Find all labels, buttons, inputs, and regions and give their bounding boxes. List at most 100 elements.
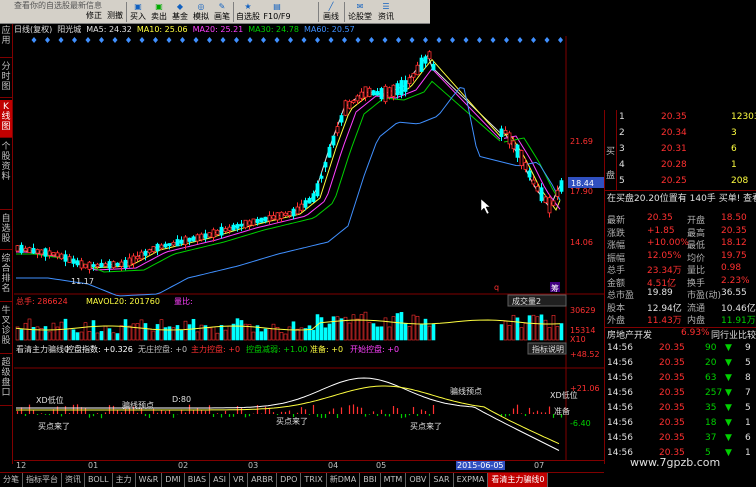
candle bbox=[39, 249, 44, 255]
volume-bar bbox=[103, 326, 108, 341]
draw-line-button-label: 画线 bbox=[323, 12, 339, 21]
fund-button[interactable]: ◆ 基金 bbox=[170, 2, 190, 22]
candle bbox=[319, 175, 324, 179]
pen-button-label: 画笔 bbox=[214, 12, 230, 21]
btab-dmi[interactable]: DMI bbox=[162, 473, 185, 487]
indicator-help-label: 指标说明 bbox=[532, 344, 564, 354]
candle bbox=[299, 203, 304, 211]
order-alert-link[interactable]: 买单! 查看详情 bbox=[719, 194, 756, 204]
volume-bar bbox=[155, 324, 160, 341]
volume-bar bbox=[123, 319, 128, 341]
btab-sar[interactable]: SAR bbox=[430, 473, 454, 487]
volume-bar bbox=[183, 320, 188, 341]
btab-dpo[interactable]: DPO bbox=[277, 473, 302, 487]
date-label: 12 bbox=[16, 461, 27, 470]
stats-row: 外盘 11.43万 内盘 11.91万 bbox=[607, 313, 756, 326]
candle bbox=[183, 236, 188, 246]
candle bbox=[207, 232, 212, 238]
indicator-name[interactable]: 看清主力骗线0 bbox=[16, 344, 69, 354]
test-button[interactable]: 测撤 bbox=[104, 11, 126, 23]
btab-expma[interactable]: EXPMA bbox=[454, 473, 489, 487]
btab-platform[interactable]: 指标平台 bbox=[23, 473, 62, 487]
candle bbox=[371, 90, 376, 96]
signal-diamond-icon bbox=[463, 37, 469, 43]
signal-diamond-icon bbox=[517, 37, 523, 43]
btab-trix[interactable]: TRIX bbox=[301, 473, 327, 487]
sector-row[interactable]: 房地产开发 6.93% 同行业比较 bbox=[605, 327, 756, 341]
tick-count: 6 bbox=[745, 433, 751, 443]
orderbook-row[interactable]: 5 20.25 208 bbox=[619, 176, 748, 187]
stats-row: 最新 20.35 开盘 18.50 bbox=[607, 213, 747, 226]
candle bbox=[383, 85, 388, 103]
orderbook-row[interactable]: 1 20.35 12303 bbox=[619, 112, 756, 123]
btab-vr[interactable]: VR bbox=[230, 473, 249, 487]
btab-mtm[interactable]: MTM bbox=[381, 473, 407, 487]
btab-new-dma[interactable]: 新DMA bbox=[327, 473, 361, 487]
signal-diamond-icon bbox=[544, 37, 550, 43]
orderbook-row[interactable]: 3 20.31 6 bbox=[619, 144, 737, 155]
volume-bars bbox=[15, 311, 564, 341]
tick-row: 14:56 20.35 18 ▼ 1 bbox=[607, 418, 751, 429]
candle bbox=[275, 212, 280, 221]
order-alert[interactable]: 在买盘20.20位置有 140手 买单! 查看详情 bbox=[605, 190, 756, 204]
f10-button[interactable]: ▤ F10/F9 bbox=[262, 2, 292, 22]
candle bbox=[543, 196, 548, 203]
sidetab-watchlist[interactable]: 自选股 bbox=[0, 212, 12, 250]
buy-button[interactable]: ▣ 买入 bbox=[128, 2, 148, 22]
watchlist-button[interactable]: ★ 自选股 bbox=[235, 2, 261, 22]
candle bbox=[379, 88, 384, 100]
btab-bbi[interactable]: BBI bbox=[360, 473, 381, 487]
candle bbox=[403, 80, 408, 92]
btab-indicator-active[interactable]: 看清主力骗线0 bbox=[488, 473, 549, 487]
sidetab-kline[interactable]: K线图 bbox=[0, 100, 12, 138]
tick-volume: 18 bbox=[705, 418, 717, 428]
stat-value: 20.35 bbox=[721, 225, 747, 236]
orderbook-price: 20.35 bbox=[661, 112, 687, 122]
candle bbox=[27, 247, 32, 253]
volume-bar bbox=[83, 322, 88, 341]
sidetab-diagnose[interactable]: 牛叉诊股 bbox=[0, 304, 12, 354]
btab-asi[interactable]: ASI bbox=[210, 473, 231, 487]
candle bbox=[43, 248, 48, 257]
pen-button[interactable]: ✎ 画笔 bbox=[212, 2, 232, 22]
candle bbox=[355, 95, 360, 102]
signal-diamond-icon bbox=[180, 37, 185, 43]
mouse-cursor-icon bbox=[480, 198, 491, 215]
draw-line-button[interactable]: ╱ 画线 bbox=[320, 2, 342, 22]
ma-line bbox=[16, 80, 561, 273]
btab-arbr[interactable]: ARBR bbox=[248, 473, 278, 487]
tick-volume: 257 bbox=[705, 388, 723, 398]
btab-wr[interactable]: W&R bbox=[136, 473, 163, 487]
signal-diamond-icon bbox=[301, 37, 307, 43]
btab-news[interactable]: 资讯 bbox=[62, 473, 85, 487]
news-button[interactable]: ☰ 资讯 bbox=[376, 2, 396, 22]
down-arrow-icon: ▼ bbox=[725, 418, 732, 428]
ma-line bbox=[16, 68, 561, 271]
volume-bar bbox=[379, 326, 384, 341]
sidetab-profile[interactable]: 个股资料 bbox=[0, 140, 12, 210]
simulate-icon: ◎ bbox=[197, 2, 205, 11]
btab-fenbi[interactable]: 分笔 bbox=[0, 473, 23, 487]
sidetab-level2[interactable]: 超级盘口 bbox=[0, 356, 12, 406]
orderbook-row[interactable]: 4 20.28 1 bbox=[619, 160, 737, 171]
sidetab-ranking[interactable]: 综合排名 bbox=[0, 252, 12, 302]
forum-button[interactable]: ✉ 论股堂 bbox=[346, 2, 374, 22]
sidetab-intraday[interactable]: 分时图 bbox=[0, 60, 12, 98]
volume-bar bbox=[259, 331, 264, 341]
btab-bias[interactable]: BIAS bbox=[185, 473, 211, 487]
btab-boll[interactable]: BOLL bbox=[85, 473, 113, 487]
watchlist-button-label: 自选股 bbox=[236, 12, 260, 21]
sector-compare-link[interactable]: 同行业比较 bbox=[711, 328, 756, 341]
fix-button[interactable]: 修正 bbox=[84, 11, 104, 23]
candle bbox=[423, 56, 428, 64]
toolbar: 查看你的自选股最新信息 修正 测撤 ▣ 买入 ▣ 卖出 ◆ 基金 ◎ 模拟 ✎ 画笔 ★ 自… bbox=[0, 0, 430, 24]
kline-chart[interactable]: 21.69 17.90 18.44 14.06 11.17 q 筹 总手: 28… bbox=[14, 36, 604, 460]
btab-obv[interactable]: OBV bbox=[406, 473, 431, 487]
period-label[interactable]: 日线(复权) bbox=[14, 25, 52, 34]
signal-diamond-icon bbox=[477, 37, 482, 43]
sidetab-app[interactable]: 应用 bbox=[0, 24, 12, 58]
orderbook-row[interactable]: 2 20.34 3 bbox=[619, 128, 737, 139]
btab-main-force[interactable]: 主力 bbox=[113, 473, 136, 487]
simulate-button[interactable]: ◎ 模拟 bbox=[191, 2, 211, 22]
sell-button[interactable]: ▣ 卖出 bbox=[149, 2, 169, 22]
